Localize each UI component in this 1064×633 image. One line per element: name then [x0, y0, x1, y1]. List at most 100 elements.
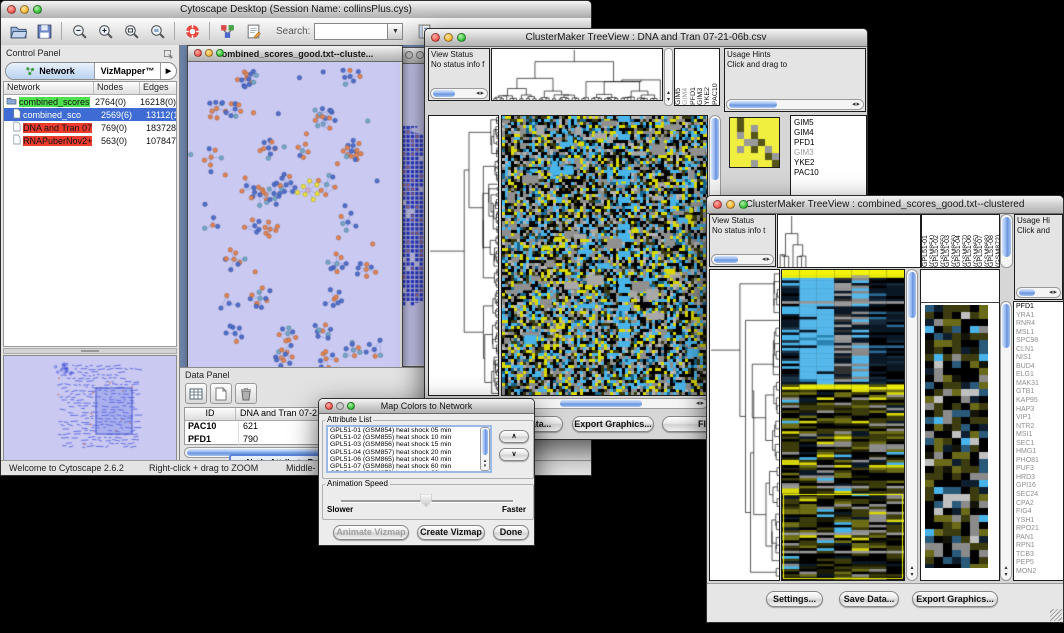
- move-up-button[interactable]: ∧: [499, 430, 529, 443]
- tv2-heatmap[interactable]: [781, 269, 905, 581]
- gene-label[interactable]: SEC1: [1016, 440, 1063, 449]
- zoom-window-button[interactable]: [457, 33, 466, 42]
- birdseye-canvas[interactable]: [4, 356, 176, 460]
- attribute-item[interactable]: GPL51-01 (GSM854) heat shock 05 min: [330, 427, 490, 434]
- network-list-row[interactable]: combined_scores2764(0)16218(0): [4, 95, 176, 108]
- gene-label[interactable]: YRA1: [1016, 312, 1063, 321]
- zoom-window-button[interactable]: [739, 200, 748, 209]
- panel-divider[interactable]: [3, 348, 177, 354]
- close-button[interactable]: [713, 200, 722, 209]
- move-down-button[interactable]: ∨: [499, 448, 529, 461]
- gene-label[interactable]: RPO21: [1016, 525, 1063, 534]
- zoom-window-button[interactable]: [33, 5, 42, 14]
- gene-label[interactable]: PAN1: [1016, 534, 1063, 543]
- zoom-out-icon[interactable]: [67, 20, 91, 44]
- network-list-row[interactable]: combined_sco2569(6)13112(15): [4, 108, 176, 121]
- tab-overflow-arrow[interactable]: ▶: [161, 63, 176, 79]
- gene-label[interactable]: TCB3: [1016, 551, 1063, 560]
- col-header-edges[interactable]: Edges: [140, 82, 176, 94]
- gene-label[interactable]: MAK31: [1016, 380, 1063, 389]
- tab-vizmapper[interactable]: VizMapper™: [95, 63, 161, 79]
- animate-vizmap-button[interactable]: Animate Vizmap: [333, 525, 409, 540]
- gene-label[interactable]: PFD1: [794, 138, 866, 148]
- create-vizmap-button[interactable]: Create Vizmap: [417, 525, 485, 540]
- close-button[interactable]: [405, 51, 413, 59]
- attribute-item[interactable]: GPL51-03 (GSM856) heat shock 15 min: [330, 441, 490, 448]
- attribute-item[interactable]: GPL51-04 (GSM857) heat shock 20 min: [330, 449, 490, 456]
- annotation-icon[interactable]: [241, 20, 265, 44]
- gene-label[interactable]: MSI1: [1016, 431, 1063, 440]
- export-graphics-button[interactable]: Export Graphics...: [912, 591, 998, 607]
- network-list-row[interactable]: RNAPuberNov2+563(0)107847(0): [4, 134, 176, 147]
- close-button[interactable]: [194, 49, 202, 57]
- close-button[interactable]: [431, 33, 440, 42]
- tv1-heatmap[interactable]: [501, 115, 708, 396]
- gene-label[interactable]: PFD1: [1016, 303, 1063, 312]
- vizmapper-icon[interactable]: [215, 20, 239, 44]
- gene-label[interactable]: SEC24: [1016, 491, 1063, 500]
- search-input[interactable]: [314, 23, 388, 40]
- attribute-item[interactable]: GPL51-07 (GSM868) heat shock 60 min: [330, 463, 490, 470]
- attribute-item[interactable]: GPL51-06 (GSM865) heat shock 40 min: [330, 456, 490, 463]
- gene-label[interactable]: PEP5: [1016, 559, 1063, 568]
- gene-label[interactable]: HAP3: [1016, 406, 1063, 415]
- open-folder-icon[interactable]: [6, 20, 30, 44]
- search-dropdown-button[interactable]: ▼: [388, 23, 403, 40]
- gene-label[interactable]: GPI16: [1016, 482, 1063, 491]
- help-lifering-icon[interactable]: [180, 20, 204, 44]
- gene-label[interactable]: BUD4: [1016, 363, 1063, 372]
- tv2-column-dendrogram[interactable]: [777, 214, 921, 268]
- tv1-row-dendrogram[interactable]: [428, 115, 499, 396]
- tv1-label-scrollbar[interactable]: ▴▾: [664, 48, 673, 106]
- network-list-row[interactable]: DNA and Tran 07769(0)183728(0): [4, 121, 176, 134]
- gene-label[interactable]: RPN1: [1016, 542, 1063, 551]
- gene-label[interactable]: GIM5: [794, 118, 866, 128]
- gene-label[interactable]: MON2: [1016, 568, 1063, 577]
- minimize-button[interactable]: [205, 49, 213, 57]
- tv2-genelist-scrollbar[interactable]: ▴▾: [1000, 301, 1012, 581]
- tv2-zoom-heatmap[interactable]: [925, 305, 988, 568]
- gene-label[interactable]: HRD3: [1016, 474, 1063, 483]
- gene-label[interactable]: NIS1: [1016, 354, 1063, 363]
- gene-label[interactable]: CPA2: [1016, 500, 1063, 509]
- network-canvas-1[interactable]: [188, 62, 400, 367]
- col-header-id[interactable]: ID: [185, 408, 236, 420]
- tv2-label-scrollbar[interactable]: [1000, 214, 1013, 268]
- gene-label[interactable]: VIP1: [1016, 414, 1063, 423]
- gene-label[interactable]: MSL1: [1016, 329, 1063, 338]
- attribute-item[interactable]: GPL51-08 (GSM872) heat shock 80 min: [330, 470, 490, 473]
- gene-label[interactable]: GTB1: [1016, 388, 1063, 397]
- gene-label[interactable]: GIM3: [794, 148, 866, 158]
- gene-label[interactable]: CLN1: [1016, 346, 1063, 355]
- gene-label[interactable]: PUF3: [1016, 465, 1063, 474]
- tv1-status-scrollbar[interactable]: ◂▸: [430, 88, 488, 99]
- gene-label[interactable]: YSH1: [1016, 517, 1063, 526]
- tab-network[interactable]: Network: [6, 63, 95, 79]
- gene-label[interactable]: HMG1: [1016, 448, 1063, 457]
- birdseye-view[interactable]: [3, 355, 177, 461]
- gene-label[interactable]: KAP95: [1016, 397, 1063, 406]
- col-header-nodes[interactable]: Nodes: [94, 82, 140, 94]
- minimize-button[interactable]: [336, 402, 344, 410]
- tv2-row-dendrogram[interactable]: [709, 269, 780, 581]
- col-header-network[interactable]: Network: [4, 82, 94, 94]
- gene-label[interactable]: RNR4: [1016, 320, 1063, 329]
- done-button[interactable]: Done: [493, 525, 529, 540]
- tv1-hints-scrollbar[interactable]: ◂▸: [726, 99, 864, 110]
- resize-grip[interactable]: [1050, 609, 1062, 621]
- new-document-icon[interactable]: [210, 383, 232, 404]
- attribute-item[interactable]: GPL51-02 (GSM855) heat shock 10 min: [330, 434, 490, 441]
- tv2-status-scrollbar[interactable]: ◂▸: [711, 254, 774, 265]
- close-button[interactable]: [325, 402, 333, 410]
- save-data-button[interactable]: Save Data...: [839, 591, 899, 607]
- gene-label[interactable]: SPC98: [1016, 337, 1063, 346]
- tv2-hints-scrollbar[interactable]: ◂▸: [1016, 287, 1061, 298]
- zoom-selected-icon[interactable]: [119, 20, 143, 44]
- gene-label[interactable]: PAC10: [794, 168, 866, 178]
- zoom-window-button[interactable]: [347, 402, 355, 410]
- tv1-zoom-matrix[interactable]: [729, 117, 780, 168]
- attribute-list-scrollbar[interactable]: ▴▾: [480, 427, 490, 471]
- export-graphics-button[interactable]: Export Graphics...: [572, 416, 654, 432]
- settings-button[interactable]: Settings...: [766, 591, 823, 607]
- minimize-button[interactable]: [726, 200, 735, 209]
